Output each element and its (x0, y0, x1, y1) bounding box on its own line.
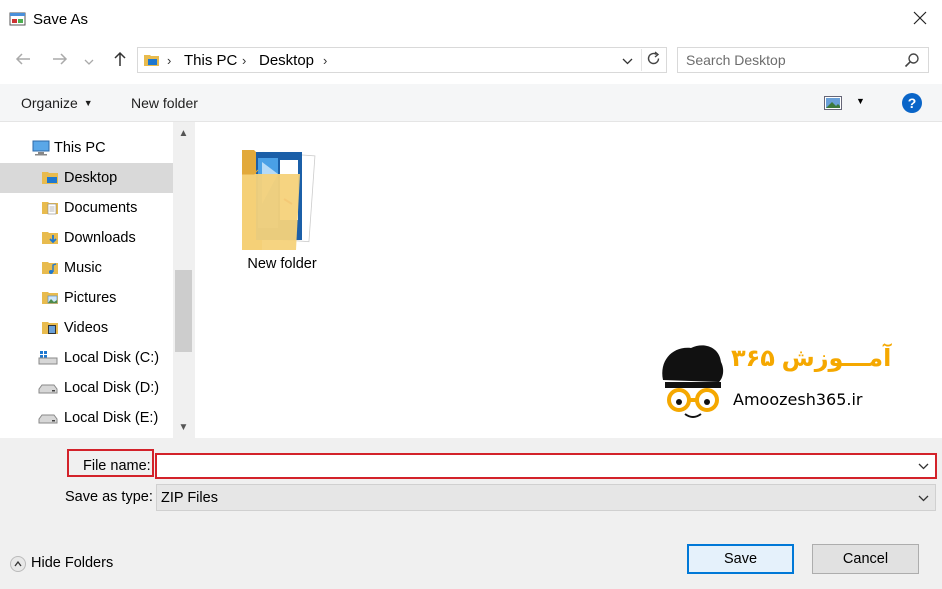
breadcrumb-separator-icon[interactable]: › (242, 53, 246, 68)
sidebar-item-local-disk-d[interactable]: Local Disk (D:) (0, 373, 173, 403)
save-button[interactable]: Save (687, 544, 794, 574)
sidebar-item-label: Local Disk (C:) (64, 350, 160, 366)
close-icon (913, 11, 927, 28)
search-input[interactable] (678, 48, 898, 72)
hide-folders-label: Hide Folders (31, 555, 114, 571)
sidebar-item-label: This PC (54, 140, 106, 156)
sidebar-item-pictures[interactable]: Pictures (0, 283, 173, 313)
view-icon (824, 96, 842, 113)
file-name-label: File name: (83, 458, 151, 474)
sidebar-item-this-pc[interactable]: This PC (0, 133, 173, 163)
sidebar-item-documents[interactable]: Documents (0, 193, 173, 223)
desktop-folder-icon (144, 53, 160, 67)
save-form-area: File name: Save as type: ZIP Files Hide … (0, 438, 942, 589)
window-title: Save As (33, 11, 89, 28)
drive-icon (38, 380, 58, 396)
file-name-combobox[interactable] (155, 453, 937, 479)
watermark-english-text: Amoozesh365.ir (733, 390, 863, 409)
refresh-button[interactable] (641, 49, 665, 71)
watermark-logo: آمـــوزش ۳۶۵ Amoozesh365.ir (655, 340, 915, 420)
close-button[interactable] (906, 6, 934, 32)
videos-folder-icon (42, 320, 60, 336)
scroll-down-icon[interactable]: ▼ (173, 418, 194, 436)
sidebar-item-label: Pictures (64, 290, 117, 306)
help-button[interactable]: ? (902, 93, 922, 113)
breadcrumb-separator-icon[interactable]: › (323, 53, 327, 68)
scrollbar-thumb[interactable] (175, 270, 192, 352)
sidebar-item-local-disk-e[interactable]: Local Disk (E:) (0, 403, 173, 433)
sidebar-item-label: Local Disk (E:) (64, 410, 159, 426)
arrow-right-icon (52, 52, 68, 69)
chevron-down-icon (622, 52, 633, 68)
new-folder-button[interactable]: New folder (131, 95, 198, 111)
arrow-left-icon (15, 52, 31, 69)
search-icon[interactable] (904, 52, 920, 68)
chevron-down-icon[interactable] (916, 458, 930, 474)
recent-locations-button[interactable] (81, 50, 97, 70)
cancel-button[interactable]: Cancel (812, 544, 919, 574)
sidebar-item-downloads[interactable]: Downloads (0, 223, 173, 253)
desktop-folder-icon (42, 170, 60, 186)
documents-folder-icon (42, 200, 60, 216)
navigation-pane: This PC Desktop Documents Downloads Musi… (0, 122, 195, 438)
sidebar-item-desktop[interactable]: Desktop (0, 163, 173, 193)
sidebar-item-label: Documents (64, 200, 138, 216)
music-folder-icon (42, 260, 60, 276)
sidebar-item-label: Videos (64, 320, 109, 336)
sidebar-item-videos[interactable]: Videos (0, 313, 173, 343)
breadcrumb-separator-icon: › (167, 53, 172, 68)
chevron-up-icon (10, 556, 26, 572)
pictures-folder-icon (42, 290, 60, 306)
command-toolbar: Organize ▼ New folder ▼ ? (0, 84, 942, 122)
breadcrumb-this-pc[interactable]: This PC (184, 52, 237, 69)
drive-icon (38, 410, 58, 426)
file-item-label: New folder (247, 256, 317, 272)
mascot-logo-icon (662, 345, 724, 418)
windows-drive-icon (38, 350, 58, 366)
organize-label: Organize (21, 95, 78, 111)
chevron-down-icon[interactable] (916, 490, 930, 506)
breadcrumb-desktop[interactable]: Desktop (259, 52, 314, 69)
sidebar-item-label: Music (64, 260, 102, 276)
sidebar-item-label: Desktop (64, 170, 118, 186)
caret-down-icon: ▼ (856, 96, 865, 106)
scroll-up-icon[interactable]: ▲ (173, 124, 194, 142)
forward-button[interactable] (49, 50, 71, 70)
organize-button[interactable]: Organize ▼ (21, 95, 93, 111)
address-dropdown-button[interactable] (618, 51, 636, 69)
caret-down-icon: ▼ (83, 98, 93, 108)
file-name-input[interactable] (157, 455, 907, 477)
refresh-icon (646, 51, 661, 69)
sidebar-scrollbar[interactable]: ▲ ▼ (173, 122, 194, 438)
address-bar[interactable]: › This PC › Desktop › (137, 47, 667, 73)
back-button[interactable] (12, 50, 34, 70)
sidebar-item-label: Downloads (64, 230, 136, 246)
navigation-bar: › This PC › Desktop › (0, 38, 942, 84)
change-view-button[interactable]: ▼ (824, 96, 868, 112)
search-box[interactable] (677, 47, 929, 73)
save-as-type-select[interactable]: ZIP Files (156, 484, 936, 511)
downloads-folder-icon (42, 230, 60, 246)
save-as-type-label: Save as type: (65, 489, 153, 505)
arrow-up-icon (113, 51, 127, 70)
folder-icon (242, 150, 316, 250)
sidebar-item-music[interactable]: Music (0, 253, 173, 283)
save-as-app-icon (9, 11, 27, 27)
sidebar-item-local-disk-c[interactable]: Local Disk (C:) (0, 343, 173, 373)
computer-icon (32, 140, 50, 156)
sidebar-item-label: Local Disk (D:) (64, 380, 160, 396)
chevron-down-icon (84, 52, 94, 68)
save-as-type-value: ZIP Files (161, 490, 218, 506)
up-button[interactable] (109, 50, 131, 70)
title-bar: Save As (0, 0, 942, 38)
watermark-farsi-text: آمـــوزش ۳۶۵ (731, 345, 892, 372)
file-item-new-folder[interactable]: New folder (235, 144, 329, 276)
